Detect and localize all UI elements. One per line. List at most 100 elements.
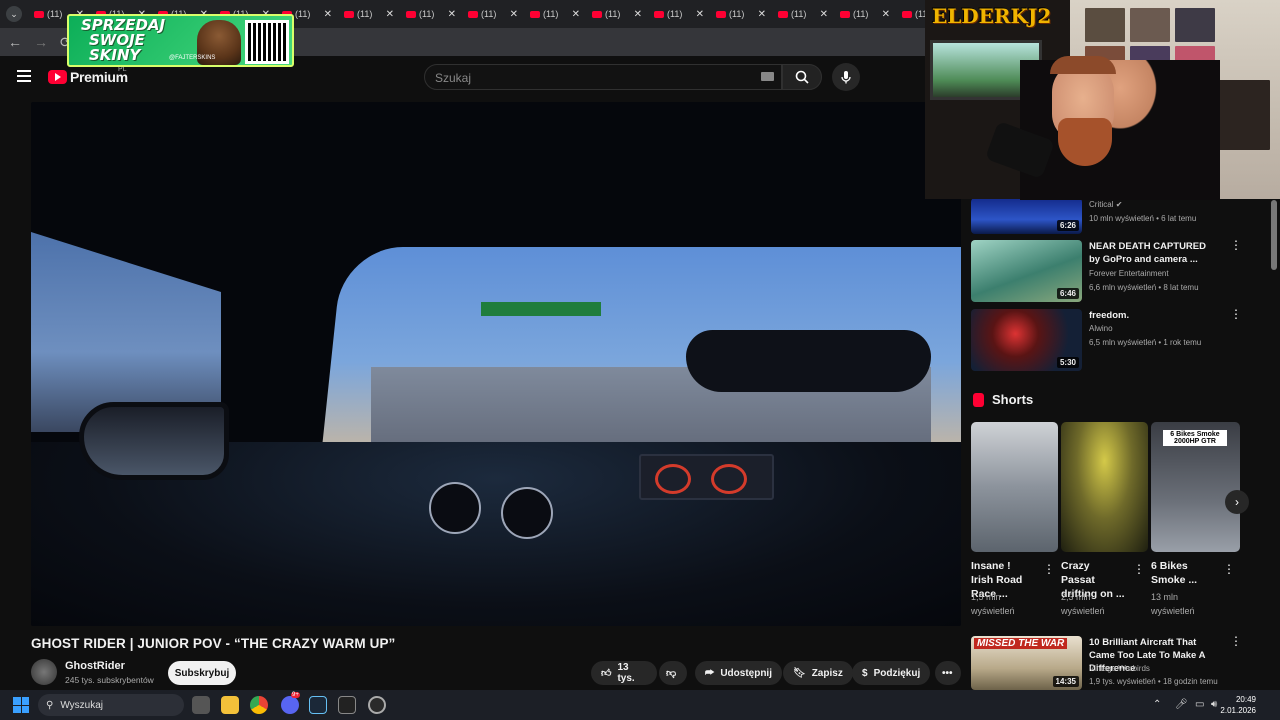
short-title[interactable]: 6 Bikes Smoke ... (1151, 559, 1215, 587)
video-title: GHOST RIDER | JUNIOR POV - “THE CRAZY WA… (31, 636, 396, 651)
video-meta: 6,6 mln wyświetleń • 8 lat temu (1089, 283, 1199, 292)
volume-icon[interactable]: 🔊︎ (1211, 699, 1217, 710)
screen: ⌄ (11)✕(11)✕(11)✕(11)✕(11)✕(11)✕(11)✕(11… (0, 0, 1280, 720)
steam-icon[interactable] (309, 696, 327, 714)
shorts-next-button[interactable]: › (1225, 490, 1249, 514)
short-thumbnail[interactable] (971, 422, 1058, 552)
browser-tab[interactable]: (11) ✕ (710, 0, 772, 28)
shorts-heading: Shorts (973, 392, 1033, 407)
network-icon[interactable]: ▭ (1195, 699, 1204, 710)
video-channel[interactable]: Alwino (1089, 324, 1113, 333)
youtube-favicon-icon (778, 10, 788, 18)
more-vert-icon[interactable]: ⋮ (1043, 562, 1055, 576)
close-tab-icon[interactable]: ✕ (882, 9, 890, 20)
video-title[interactable]: NEAR DEATH CAPTURED by GoPro and camera … (1089, 240, 1219, 266)
browser-tab[interactable]: (11) ✕ (772, 0, 834, 28)
subscribe-button[interactable]: Subskrybuj (168, 661, 236, 685)
list-item[interactable]: MISSED THE WAR 14:35 10 Brilliant Aircra… (971, 635, 1251, 690)
bookmark-icon: 🔖︎ (793, 667, 806, 679)
close-tab-icon[interactable]: ✕ (758, 9, 766, 20)
side-mirror (79, 402, 229, 480)
tab-list-dropdown-icon[interactable]: ⌄ (6, 6, 22, 22)
tab-title: (11) (295, 9, 311, 19)
browser-tab[interactable]: (11) ✕ (462, 0, 524, 28)
channel-name[interactable]: GhostRider (65, 660, 125, 672)
channel-subscribers: 245 tys. subskrybentów (65, 675, 154, 685)
more-actions-button[interactable]: ••• (935, 661, 961, 685)
close-tab-icon[interactable]: ✕ (510, 9, 518, 20)
search-input[interactable]: Szukaj (424, 64, 782, 90)
video-channel[interactable]: Vintage Warbirds (1089, 664, 1150, 673)
dislike-button[interactable]: 👎︎ (659, 661, 687, 685)
video-thumbnail[interactable]: MISSED THE WAR 14:35 (971, 636, 1082, 690)
search-button[interactable] (782, 64, 822, 90)
tray-chevron-icon[interactable]: ⌃ (1153, 699, 1161, 710)
browser-tab[interactable]: (11) ✕ (338, 0, 400, 28)
channel-avatar[interactable] (31, 659, 57, 685)
chrome-icon[interactable] (250, 696, 268, 714)
close-tab-icon[interactable]: ✕ (324, 9, 332, 20)
thanks-button[interactable]: $ Podziękuj (852, 661, 931, 685)
windows-start-icon[interactable] (13, 697, 29, 713)
video-thumbnail[interactable]: 5:30 (971, 309, 1082, 371)
back-arrow-icon[interactable]: ← (8, 34, 22, 50)
tachometer-gauge (501, 487, 553, 539)
browser-tab[interactable]: (11) ✕ (586, 0, 648, 28)
browser-tab[interactable]: (11) ✕ (648, 0, 710, 28)
short-thumbnail[interactable]: 6 Bikes Smoke 2000HP GTR (1151, 422, 1240, 552)
views-count: 13 mln (1151, 592, 1179, 602)
short-thumbnail[interactable] (1061, 422, 1148, 552)
more-vert-icon[interactable]: ⋮ (1230, 635, 1242, 647)
browser-tab[interactable]: (11) ✕ (400, 0, 462, 28)
task-view-icon[interactable] (192, 696, 210, 714)
keyboard-icon[interactable] (761, 72, 774, 81)
file-explorer-icon[interactable] (221, 696, 239, 714)
more-vert-icon[interactable]: ⋮ (1133, 562, 1145, 576)
close-tab-icon[interactable]: ✕ (386, 9, 394, 20)
video-thumbnail[interactable]: 6:46 (971, 240, 1082, 302)
video-player[interactable] (31, 102, 961, 626)
close-tab-icon[interactable]: ✕ (634, 9, 642, 20)
menu-icon[interactable] (17, 70, 31, 82)
app-icon[interactable] (368, 696, 386, 714)
share-label: Udostępnij (720, 667, 772, 679)
logo-region: PL (118, 66, 127, 73)
scrollbar[interactable] (1271, 200, 1277, 270)
shorts-title: Shorts (992, 392, 1034, 407)
voice-search-button[interactable] (832, 63, 860, 91)
more-horiz-icon: ••• (942, 667, 953, 679)
like-button[interactable]: 👍︎ 13 tys. (591, 661, 657, 685)
streamer-logo: ELDERKJ2 (932, 4, 1052, 28)
more-vert-icon[interactable]: ⋮ (1230, 308, 1242, 320)
video-title[interactable]: freedom. (1089, 309, 1219, 322)
microphone-icon[interactable]: 🎤︎ (1175, 699, 1188, 710)
tab-title: (11) (791, 9, 807, 19)
video-channel[interactable]: Forever Entertainment (1089, 269, 1169, 278)
browser-tab[interactable]: (11) ✕ (834, 0, 896, 28)
close-tab-icon[interactable]: ✕ (820, 9, 828, 20)
more-vert-icon[interactable]: ⋮ (1223, 562, 1235, 576)
more-vert-icon[interactable]: ⋮ (1230, 239, 1242, 251)
discord-icon[interactable]: 9+ (281, 692, 300, 714)
list-item[interactable]: 6:26 Critical ✔ 10 mln wyświetleń • 6 la… (971, 198, 1251, 236)
share-button[interactable]: ⮫ Udostępnij (695, 661, 782, 685)
taskbar-search[interactable]: ⚲ Wyszukaj (38, 694, 184, 716)
terminal-icon[interactable] (338, 696, 356, 714)
taskbar-search-label: Wyszukaj (60, 699, 104, 711)
video-channel[interactable]: Critical ✔ (1089, 200, 1122, 209)
video-thumbnail[interactable]: 6:26 (971, 198, 1082, 234)
close-tab-icon[interactable]: ✕ (696, 9, 704, 20)
youtube-premium-logo[interactable]: Premium PL (48, 66, 128, 85)
video-meta: 10 mln wyświetleń • 6 lat temu (1089, 214, 1197, 223)
close-tab-icon[interactable]: ✕ (448, 9, 456, 20)
video-duration: 6:26 (1056, 220, 1079, 231)
clock[interactable]: 20:49 2.01.2026 (1220, 694, 1256, 716)
list-item[interactable]: 5:30 freedom. Alwino 6,5 mln wyświetleń … (971, 308, 1251, 373)
tab-title: (11) (543, 9, 559, 19)
save-button[interactable]: 🔖︎ Zapisz (783, 661, 853, 685)
tab-title: (11) (419, 9, 435, 19)
browser-tab[interactable]: (11) ✕ (524, 0, 586, 28)
close-tab-icon[interactable]: ✕ (572, 9, 580, 20)
list-item[interactable]: 6:46 NEAR DEATH CAPTURED by GoPro and ca… (971, 239, 1251, 304)
forward-arrow-icon[interactable]: → (34, 34, 48, 50)
